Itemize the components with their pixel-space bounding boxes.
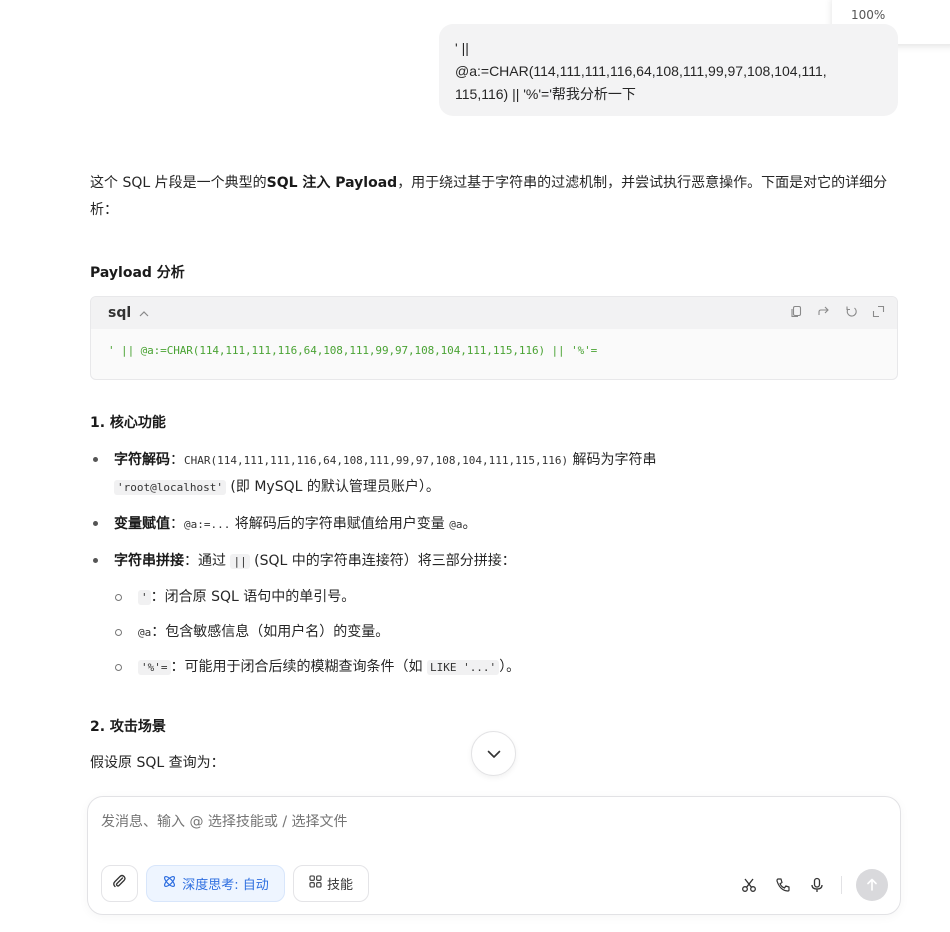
sub-list-item: '%'= ：可能用于闭合后续的模糊查询条件（如 LIKE '...'）。 — [90, 650, 890, 685]
bullet-text: (即 MySQL 的默认管理员账户）。 — [225, 479, 440, 495]
message-input[interactable] — [101, 814, 801, 830]
code-language-label: sql — [108, 305, 132, 321]
bullet-text: ：通过 — [184, 553, 231, 569]
code-block: sql ' || @a:=CHAR(114,111,111,116,64,108… — [90, 296, 898, 380]
run-icon[interactable] — [845, 305, 858, 322]
message-composer: 深度思考: 自动 技能 — [87, 796, 901, 915]
bullet-text: 将解码后的字符串赋值给用户变量 — [230, 516, 450, 532]
user-message-line: ' || — [455, 40, 469, 56]
inline-code: @a — [138, 626, 152, 639]
list-item: 字符串拼接：通过 || (SQL 中的字符串连接符）将三部分拼接： — [90, 543, 890, 580]
send-button[interactable] — [856, 869, 888, 901]
arrow-up-icon — [866, 876, 878, 895]
sub-list-item: @a：包含敏感信息（如用户名）的变量。 — [90, 615, 890, 650]
bullet-label: 变量赋值 — [114, 516, 170, 532]
code-content: ' || @a:=CHAR(114,111,111,116,64,108,111… — [108, 344, 598, 357]
attach-button[interactable] — [101, 865, 138, 902]
divider — [841, 876, 842, 894]
intro-text: 这个 SQL 片段是一个典型的 — [90, 175, 267, 191]
inline-code: ' — [138, 590, 151, 605]
skills-label: 技能 — [326, 878, 353, 893]
deep-think-label: 深度思考: 自动 — [182, 878, 269, 893]
composer-actions — [739, 869, 888, 901]
microphone-icon[interactable] — [807, 871, 827, 899]
scroll-down-button[interactable] — [471, 731, 516, 776]
section-heading-payload: Payload 分析 — [90, 265, 185, 281]
phone-icon[interactable] — [773, 871, 793, 899]
user-message-bubble: ' || @a:=CHAR(114,111,111,116,64,108,111… — [439, 24, 898, 116]
code-block-header: sql — [91, 297, 897, 329]
inline-code: @a — [449, 518, 463, 531]
scissors-icon[interactable] — [739, 871, 759, 899]
bullet-text: ）。 — [499, 659, 521, 675]
deep-think-button[interactable]: 深度思考: 自动 — [146, 865, 285, 902]
sub-list-item: ' ：闭合原 SQL 语句中的单引号。 — [90, 580, 890, 615]
list-item: 字符解码：CHAR(114,111,111,116,64,108,111,99,… — [90, 442, 890, 506]
expand-icon[interactable] — [872, 305, 885, 322]
inline-code: 'root@localhost' — [114, 480, 226, 495]
user-message-line: @a:=CHAR(114,111,111,116,64,108,111,99,9… — [455, 63, 827, 79]
bullet-text: ：包含敏感信息（如用户名）的变量。 — [151, 624, 390, 640]
copy-icon[interactable] — [790, 305, 803, 322]
chevron-down-icon — [487, 744, 501, 763]
inline-code: CHAR(114,111,111,116,64,108,111,99,97,10… — [184, 454, 569, 467]
intro-bold: SQL 注入 Payload — [266, 175, 398, 191]
bullet-text: (SQL 中的字符串连接符）将三部分拼接： — [249, 553, 516, 569]
inline-code: || — [230, 554, 250, 569]
inline-code: @a:=... — [184, 518, 231, 531]
skills-button[interactable]: 技能 — [293, 865, 369, 902]
bullet-text: ： — [170, 452, 184, 468]
bullet-text: ： — [170, 516, 184, 532]
paragraph-text: 假设原 SQL 查询为： — [90, 755, 225, 771]
code-toolbar — [790, 305, 885, 322]
inline-code: '%'= — [138, 660, 171, 675]
reply-intro: 这个 SQL 片段是一个典型的SQL 注入 Payload，用于绕过基于字符串的… — [90, 170, 900, 224]
grid-icon — [309, 875, 322, 892]
share-icon[interactable] — [817, 305, 831, 322]
assistant-reply: 这个 SQL 片段是一个典型的SQL 注入 Payload，用于绕过基于字符串的… — [90, 170, 900, 224]
chevron-up-icon — [135, 307, 149, 320]
code-language-toggle[interactable]: sql — [108, 305, 149, 321]
bullet-text: ：闭合原 SQL 语句中的单引号。 — [150, 589, 356, 605]
section-heading-attack: 2. 攻击场景 — [90, 719, 166, 735]
bullet-text: 解码为字符串 — [568, 452, 657, 468]
paperclip-icon — [112, 874, 127, 893]
bullet-text: ：可能用于闭合后续的模糊查询条件（如 — [170, 659, 427, 675]
list-item: 变量赋值：@a:=... 将解码后的字符串赋值给用户变量 @a。 — [90, 506, 890, 543]
bullet-label: 字符解码 — [114, 452, 170, 468]
bullet-text: 。 — [462, 516, 477, 532]
inline-code: LIKE '...' — [426, 660, 500, 675]
bullet-list: 字符解码：CHAR(114,111,111,116,64,108,111,99,… — [90, 442, 890, 685]
user-message-line: 115,116) || '%'='帮我分析一下 — [455, 86, 636, 102]
section-heading-core: 1. 核心功能 — [90, 415, 166, 431]
atom-icon — [162, 874, 177, 893]
bullet-label: 字符串拼接 — [114, 553, 184, 569]
